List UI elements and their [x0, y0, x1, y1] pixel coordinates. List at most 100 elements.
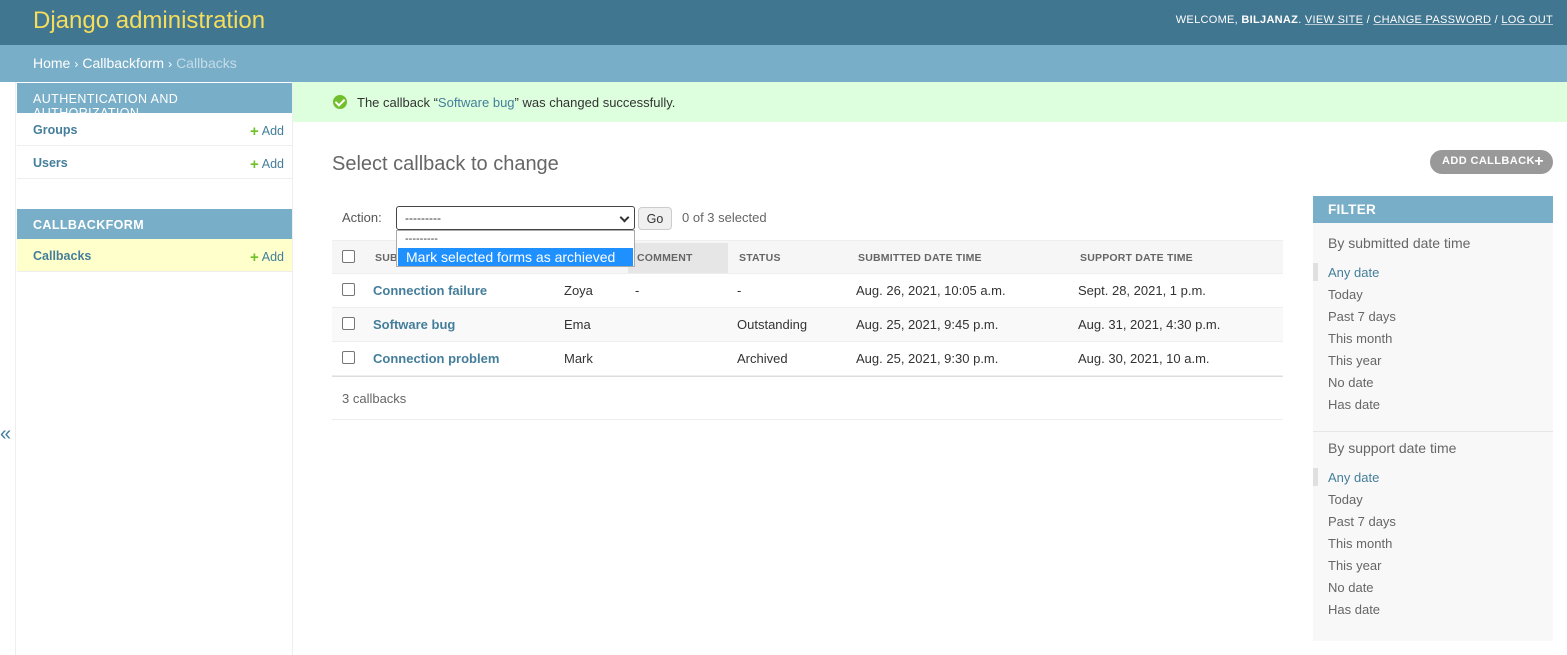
status-cell: Outstanding — [737, 317, 808, 332]
plus-icon: + — [249, 123, 259, 140]
column-header-support-date-time[interactable]: SUPPORT DATE TIME — [1080, 252, 1193, 264]
filter-item-this-year[interactable]: This year — [1328, 558, 1381, 573]
paginator: 3 callbacks — [332, 376, 1283, 420]
result-count: 3 callbacks — [342, 391, 407, 406]
support-cell: Aug. 30, 2021, 10 a.m. — [1078, 351, 1210, 366]
submitted-cell: Aug. 26, 2021, 10:05 a.m. — [856, 283, 1006, 298]
support-cell: Aug. 31, 2021, 4:30 p.m. — [1078, 317, 1221, 332]
select-all-checkbox[interactable] — [342, 250, 355, 263]
column-header-comment[interactable]: COMMENT — [637, 252, 693, 264]
message-text: The callback “Software bug” was changed … — [357, 95, 675, 110]
filter-item-any-date[interactable]: Any date — [1328, 470, 1379, 485]
subject-link[interactable]: Connection problem — [373, 351, 499, 366]
add-users-link[interactable]: + Add — [250, 156, 284, 173]
add-callback-button[interactable]: ADD CALLBACK + — [1430, 150, 1553, 174]
breadcrumb-current: Callbacks — [176, 55, 237, 71]
separator: / — [1366, 14, 1370, 26]
app-caption-callbackform[interactable]: CALLBACKFORM — [17, 209, 292, 239]
filter-item-this-month[interactable]: This month — [1328, 536, 1392, 551]
filter-group-title: By submitted date time — [1328, 235, 1471, 251]
filter-item-today[interactable]: Today — [1328, 492, 1363, 507]
name-cell: Ema — [564, 317, 591, 332]
site-branding[interactable]: Django administration — [33, 7, 265, 35]
name-cell: Zoya — [564, 283, 593, 298]
sidebar-item-users[interactable]: Users + Add — [17, 146, 292, 179]
subject-link[interactable]: Software bug — [373, 317, 455, 332]
message-prefix: The callback “ — [357, 95, 438, 110]
subject-link[interactable]: Connection failure — [373, 283, 487, 298]
toggle-sidebar-button[interactable]: « — [0, 423, 11, 446]
breadcrumb-home[interactable]: Home — [33, 55, 70, 71]
submitted-cell: Aug. 25, 2021, 9:45 p.m. — [856, 317, 999, 332]
header: Django administration WELCOME, BILJANAZ.… — [0, 0, 1567, 45]
support-cell: Sept. 28, 2021, 1 p.m. — [1078, 283, 1206, 298]
filter-divider — [1313, 431, 1553, 432]
action-option-mark-archived[interactable]: Mark selected forms as archieved — [398, 248, 633, 266]
breadcrumb: Home › Callbackform › Callbacks — [0, 45, 1567, 82]
username: BILJANAZ — [1241, 14, 1299, 26]
sidebar-item-callbacks[interactable]: Callbacks + Add — [17, 239, 292, 272]
changelist-filter: FILTER By submitted date time Any date T… — [1313, 196, 1553, 641]
name-cell: Mark — [564, 351, 593, 366]
change-password-link[interactable]: CHANGE PASSWORD — [1373, 14, 1491, 26]
row-checkbox[interactable] — [342, 351, 355, 364]
submitted-cell: Aug. 25, 2021, 9:30 p.m. — [856, 351, 999, 366]
plus-icon: + — [1534, 153, 1544, 170]
sidebar-item-label[interactable]: Groups — [33, 123, 77, 137]
user-tools: WELCOME, BILJANAZ. VIEW SITE / CHANGE PA… — [1175, 14, 1553, 26]
success-check-icon — [333, 95, 347, 109]
table-row: Connection failure Zoya - - Aug. 26, 202… — [332, 274, 1283, 308]
breadcrumb-separator: › — [168, 57, 173, 71]
filter-item-today[interactable]: Today — [1328, 287, 1363, 302]
chevron-down-icon — [619, 212, 630, 223]
add-groups-link[interactable]: + Add — [250, 123, 284, 140]
plus-icon: + — [249, 156, 259, 173]
sidebar-item-groups[interactable]: Groups + Add — [17, 113, 292, 146]
filter-item-no-date[interactable]: No date — [1328, 580, 1374, 595]
selection-counter: 0 of 3 selected — [682, 210, 767, 225]
column-header-submitted-date-time[interactable]: SUBMITTED DATE TIME — [858, 252, 982, 264]
row-checkbox[interactable] — [342, 317, 355, 330]
table-row: Connection problem Mark Archived Aug. 25… — [332, 342, 1283, 376]
sidebar-item-label[interactable]: Callbacks — [33, 249, 91, 263]
separator: / — [1494, 14, 1499, 26]
filter-item-past-7-days[interactable]: Past 7 days — [1328, 514, 1396, 529]
filter-item-any-date[interactable]: Any date — [1328, 265, 1379, 280]
add-callbacks-link[interactable]: + Add — [250, 249, 284, 266]
app-caption-auth[interactable]: AUTHENTICATION AND AUTHORIZATION — [17, 83, 292, 120]
selected-filter-marker — [1313, 263, 1318, 281]
filter-item-has-date[interactable]: Has date — [1328, 602, 1380, 617]
table-row: Software bug Ema Outstanding Aug. 25, 20… — [332, 308, 1283, 342]
filter-item-past-7-days[interactable]: Past 7 days — [1328, 309, 1396, 324]
column-header-subject[interactable]: SUB — [375, 252, 398, 264]
add-label: Add — [261, 124, 284, 138]
sidebar-item-label[interactable]: Users — [33, 156, 68, 170]
action-dropdown-list[interactable]: --------- Mark selected forms as archiev… — [396, 230, 635, 267]
filter-item-this-month[interactable]: This month — [1328, 331, 1392, 346]
filter-item-has-date[interactable]: Has date — [1328, 397, 1380, 412]
row-checkbox[interactable] — [342, 283, 355, 296]
plus-icon: + — [249, 249, 259, 266]
comment-cell: - — [635, 283, 640, 298]
column-header-status[interactable]: STATUS — [739, 252, 781, 264]
welcome-text: WELCOME, — [1175, 14, 1239, 26]
message-suffix: ” was changed successfully. — [514, 95, 676, 110]
status-cell: Archived — [737, 351, 788, 366]
add-label: Add — [261, 250, 284, 264]
filter-item-no-date[interactable]: No date — [1328, 375, 1374, 390]
action-select[interactable]: --------- — [396, 206, 635, 230]
status-cell: - — [737, 283, 742, 298]
add-callback-label: ADD CALLBACK — [1442, 155, 1535, 167]
action-label: Action: — [342, 210, 382, 225]
filter-item-this-year[interactable]: This year — [1328, 353, 1381, 368]
message-object-link[interactable]: Software bug — [438, 95, 515, 110]
action-option-blank[interactable]: --------- — [405, 233, 438, 245]
add-label: Add — [261, 157, 284, 171]
selected-filter-marker — [1313, 468, 1318, 486]
page-title: Select callback to change — [332, 153, 559, 175]
filter-group-title: By support date time — [1328, 440, 1457, 456]
go-button[interactable]: Go — [638, 207, 672, 230]
log-out-link[interactable]: LOG OUT — [1501, 14, 1553, 26]
breadcrumb-app[interactable]: Callbackform — [82, 55, 164, 71]
view-site-link[interactable]: VIEW SITE — [1305, 14, 1363, 26]
